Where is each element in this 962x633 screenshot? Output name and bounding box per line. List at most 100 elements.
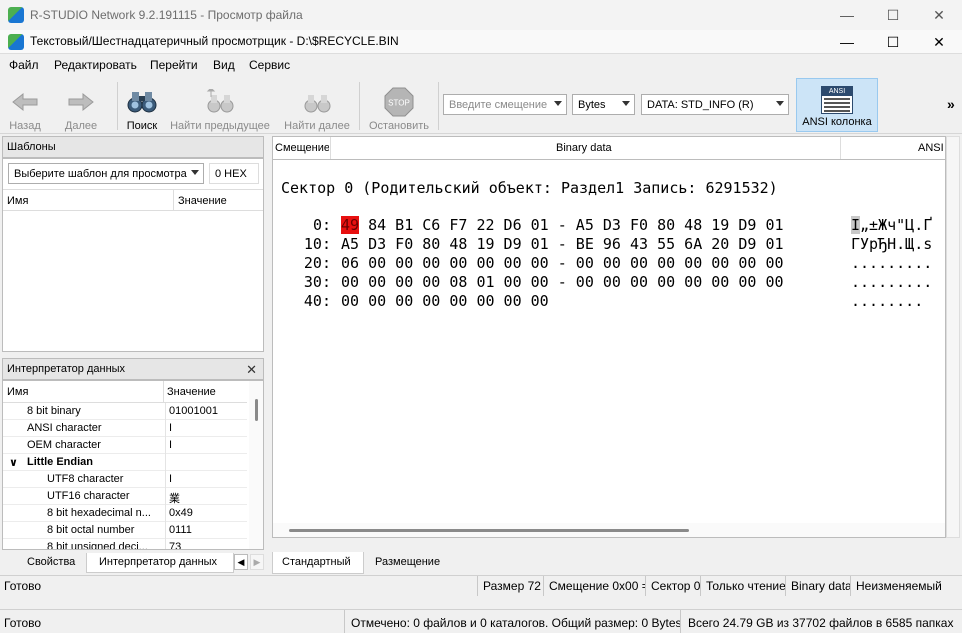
tab-interpreter: Интерпретатор данных xyxy=(99,556,218,568)
hex-offset-field[interactable]: 0 HEX xyxy=(209,163,259,184)
binoculars-icon xyxy=(126,88,158,116)
list-item[interactable]: 8 bit octal number 0111 xyxy=(3,522,247,539)
offset-column-header[interactable]: Смещение xyxy=(275,142,329,154)
stop-button[interactable]: STOP Остановить xyxy=(364,80,434,132)
find-next-label: Найти далее xyxy=(284,120,350,132)
inner-title-bar: Текстовый/Шестнадцатеричный просмотрщик … xyxy=(0,30,962,54)
list-item[interactable]: UTF16 character 業 xyxy=(3,488,247,505)
inner-close-icon[interactable]: ✕ xyxy=(916,30,962,54)
ansi-column-button[interactable]: ANSI ANSI колонка xyxy=(796,78,878,132)
menu-bar: Файл Редактировать Перейти Вид Сервис xyxy=(0,54,962,76)
list-item[interactable]: ANSI character I xyxy=(3,420,247,437)
outer-window-title: R-STUDIO Network 9.2.191115 - Просмотр ф… xyxy=(30,8,303,22)
sector-info-line: Сектор 0 (Родительский объект: Раздел1 З… xyxy=(281,179,778,197)
row-value: I xyxy=(169,439,173,451)
app-icon xyxy=(8,7,24,23)
ascii-row[interactable]: ГУрЂH.Щ.s xyxy=(851,235,932,253)
hex-offset-value: 0 HEX xyxy=(215,167,247,180)
stop-sign-icon: STOP xyxy=(383,87,415,117)
hex-horizontal-scrollbar[interactable] xyxy=(273,523,945,537)
main-status-bar: Готово Отмечено: 0 файлов и 0 каталогов.… xyxy=(0,609,962,633)
inner-maximize-icon[interactable]: ☐ xyxy=(870,30,916,54)
ascii-row[interactable]: ......... xyxy=(851,254,932,272)
interpreter-panel-title: Интерпретатор данных xyxy=(7,363,126,375)
binary-column-header[interactable]: Binary data xyxy=(556,142,612,154)
menu-file[interactable]: Файл xyxy=(9,58,39,72)
list-item[interactable]: 8 bit unsigned deci... 73 xyxy=(3,539,247,550)
left-tab-strip: Свойства Интерпретатор данных ◀ ▶ xyxy=(2,552,264,574)
close-icon[interactable]: ✕ xyxy=(246,362,257,378)
row-value: 0111 xyxy=(169,524,192,536)
hex-row[interactable]: 00 00 00 00 00 00 00 00 xyxy=(341,292,549,310)
ansi-column-header[interactable]: ANSI xyxy=(918,142,944,154)
tab-interpreter-active[interactable]: Интерпретатор данных xyxy=(86,553,234,573)
view-tab-strip: Стандартный Размещение xyxy=(272,552,960,574)
status-readonly: Только чтение xyxy=(702,576,786,596)
unit-select[interactable]: Bytes xyxy=(572,94,635,115)
list-item[interactable]: UTF8 character I xyxy=(3,471,247,488)
list-item[interactable]: OEM character I xyxy=(3,437,247,454)
interpreter-scrollbar[interactable] xyxy=(249,381,263,549)
chevron-down-icon[interactable]: ∨ xyxy=(9,456,18,469)
row-name: 8 bit hexadecimal n... xyxy=(47,507,151,519)
menu-edit[interactable]: Редактировать xyxy=(54,58,137,72)
interpreter-col-name[interactable]: Имя xyxy=(7,386,28,398)
ascii-row[interactable]: I„±Жч"Ц.Ґ xyxy=(851,216,932,234)
tab-properties[interactable]: Свойства xyxy=(27,556,75,568)
ascii-row[interactable]: ......... xyxy=(851,273,932,291)
templates-column-header: Имя Значение xyxy=(3,189,263,211)
chevron-down-icon xyxy=(622,101,630,106)
hex-vertical-scrollbar[interactable] xyxy=(946,136,960,538)
interpreter-col-value[interactable]: Значение xyxy=(167,386,216,398)
list-group-little-endian[interactable]: ∨ Little Endian xyxy=(3,454,247,471)
tab-layout[interactable]: Размещение xyxy=(375,556,440,568)
hex-row[interactable]: 06 00 00 00 00 00 00 00 - 00 00 00 00 00… xyxy=(341,254,784,272)
ascii-row-text: „±Жч"Ц.Ґ xyxy=(860,216,933,234)
tab-standard-active[interactable]: Стандартный xyxy=(272,552,364,574)
scrollbar-thumb[interactable] xyxy=(255,399,258,421)
row-name: UTF8 character xyxy=(47,473,124,485)
selected-byte[interactable]: 49 xyxy=(341,216,360,234)
offset-input[interactable]: Введите смещение xyxy=(443,94,567,115)
templates-col-value[interactable]: Значение xyxy=(178,195,227,207)
list-item[interactable]: 8 bit binary 01001001 xyxy=(3,403,247,420)
tab-scroll-right-icon[interactable]: ▶ xyxy=(250,554,264,570)
row-value: 01001001 xyxy=(169,405,218,417)
total-files-summary: Всего 24.79 GB из 37702 файлов в 6585 па… xyxy=(688,616,954,630)
minimize-icon[interactable]: — xyxy=(824,0,870,30)
toolbar-overflow-button[interactable]: » xyxy=(947,96,955,112)
menu-service[interactable]: Сервис xyxy=(249,58,290,72)
list-item[interactable]: 8 bit hexadecimal n... 0x49 xyxy=(3,505,247,522)
templates-panel: Выберите шаблон для просмотра 0 HEX Имя … xyxy=(2,158,264,352)
ansi-table-icon: ANSI xyxy=(821,86,853,114)
forward-button[interactable]: Далее xyxy=(60,80,102,132)
hex-row[interactable]: 00 00 00 00 08 01 00 00 - 00 00 00 00 00… xyxy=(341,273,784,291)
row-name: 8 bit unsigned deci... xyxy=(47,541,148,550)
hex-row[interactable]: A5 D3 F0 80 48 19 D9 01 - BE 96 43 55 6A… xyxy=(341,235,784,253)
find-previous-button[interactable]: Найти предыдущее xyxy=(168,80,272,132)
ansi-icon-label: ANSI xyxy=(822,87,852,96)
scrollbar-thumb[interactable] xyxy=(289,529,689,532)
data-stream-select[interactable]: DATA: STD_INFO (R) xyxy=(641,94,789,115)
find-next-button[interactable]: Найти далее xyxy=(282,80,352,132)
chevron-down-icon xyxy=(191,170,199,175)
hex-row[interactable]: 49 84 B1 C6 F7 22 D6 01 - A5 D3 F0 80 48… xyxy=(341,216,784,234)
menu-goto[interactable]: Перейти xyxy=(150,58,198,72)
templates-col-name[interactable]: Имя xyxy=(7,195,28,207)
close-icon[interactable]: ✕ xyxy=(916,0,962,30)
ascii-row[interactable]: ........ xyxy=(851,292,923,310)
hex-view[interactable]: Сектор 0 (Родительский объект: Раздел1 З… xyxy=(272,136,946,538)
search-button[interactable]: Поиск xyxy=(122,80,162,132)
tab-scroll-left-icon[interactable]: ◀ xyxy=(234,554,248,570)
offset-label: 10: xyxy=(303,235,331,253)
offset-label: 40: xyxy=(303,292,331,310)
chevron-down-icon xyxy=(554,101,562,106)
ascii-cursor-char[interactable]: I xyxy=(851,216,861,234)
menu-view[interactable]: Вид xyxy=(213,58,235,72)
maximize-icon[interactable]: ☐ xyxy=(870,0,916,30)
interpreter-column-header: Имя Значение xyxy=(3,381,247,403)
templates-panel-header: Шаблоны xyxy=(2,136,264,158)
template-select[interactable]: Выберите шаблон для просмотра xyxy=(8,163,204,184)
inner-minimize-icon[interactable]: — xyxy=(824,30,870,54)
back-button[interactable]: Назад xyxy=(6,80,44,132)
